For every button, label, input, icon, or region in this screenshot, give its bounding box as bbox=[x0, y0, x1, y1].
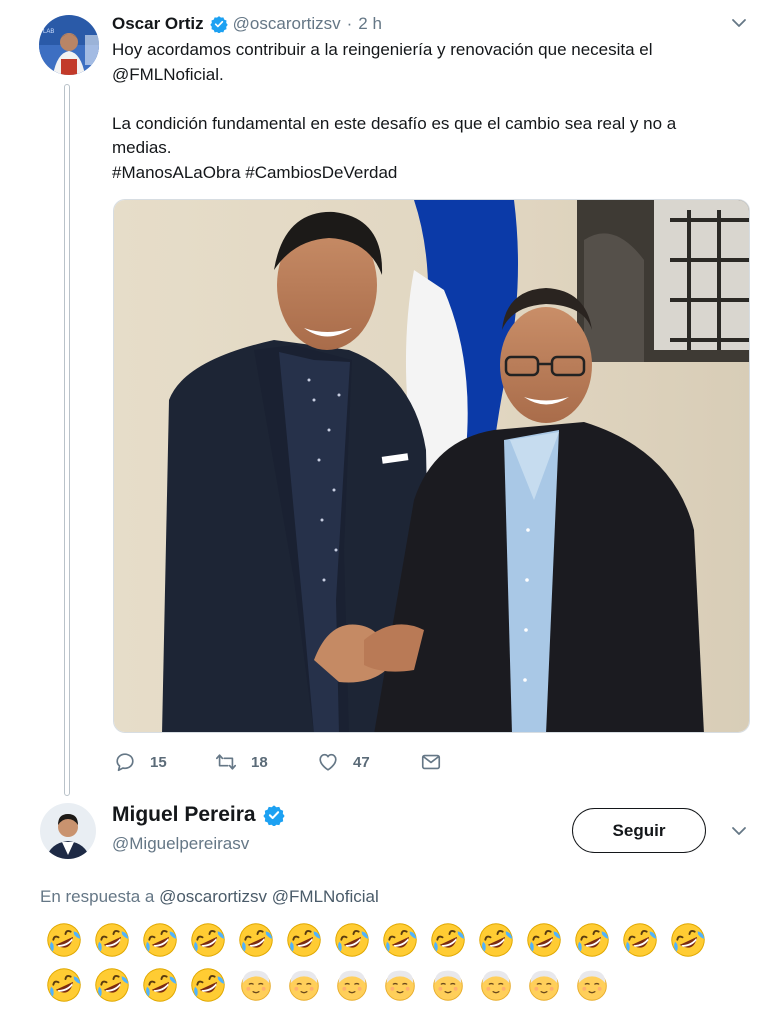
tweet-photo[interactable] bbox=[113, 199, 750, 733]
retweet-button[interactable]: 18 bbox=[215, 748, 268, 776]
mention-link[interactable]: @FMLNoficial. bbox=[112, 63, 752, 88]
older-man-emoji-icon bbox=[232, 963, 280, 1007]
reply-icon bbox=[116, 753, 134, 772]
reply-button[interactable]: 15 bbox=[114, 748, 167, 776]
verified-badge-icon bbox=[209, 16, 228, 33]
chevron-down-icon[interactable] bbox=[731, 17, 747, 29]
rofl-emoji-icon bbox=[520, 918, 568, 962]
tweet-author-handle[interactable]: @oscarortizsv bbox=[233, 14, 341, 34]
rofl-emoji-icon bbox=[40, 963, 88, 1007]
rofl-emoji-icon bbox=[280, 918, 328, 962]
emoji-row bbox=[40, 963, 616, 1007]
older-man-emoji-icon bbox=[472, 963, 520, 1007]
follow-button[interactable]: Seguir bbox=[572, 808, 706, 853]
tweet-timestamp[interactable]: 2 h bbox=[358, 14, 382, 34]
verified-badge-icon bbox=[262, 805, 285, 826]
reply-author-name-row: Miguel Pereira bbox=[112, 803, 290, 827]
rofl-emoji-icon bbox=[88, 918, 136, 962]
in-reply-to-mentions[interactable]: @oscarortizsv @FMLNoficial bbox=[159, 887, 379, 906]
older-man-emoji-icon bbox=[520, 963, 568, 1007]
tweet-text-line: medias. bbox=[112, 138, 172, 157]
reply-author-handle[interactable]: @Miguelpereirasv bbox=[112, 834, 249, 854]
rofl-emoji-icon bbox=[376, 918, 424, 962]
rofl-emoji-icon bbox=[328, 918, 376, 962]
rofl-emoji-icon bbox=[40, 918, 88, 962]
tweet-author-name[interactable]: Oscar Ortiz bbox=[112, 14, 204, 34]
time-separator: · bbox=[346, 14, 353, 33]
in-reply-to-prefix: En respuesta a bbox=[40, 887, 155, 906]
direct-message-button[interactable] bbox=[420, 748, 442, 776]
hashtags[interactable]: #ManosALaObra #CambiosDeVerdad bbox=[112, 161, 752, 186]
older-man-emoji-icon bbox=[328, 963, 376, 1007]
retweet-icon bbox=[216, 754, 236, 770]
rofl-emoji-icon bbox=[88, 963, 136, 1007]
rofl-emoji-icon bbox=[232, 918, 280, 962]
envelope-icon bbox=[421, 754, 441, 770]
rofl-emoji-icon bbox=[184, 963, 232, 1007]
thread-connector-line bbox=[64, 84, 70, 796]
tweet-header: Oscar Ortiz @oscarortizsv · 2 h bbox=[112, 13, 382, 35]
rofl-emoji-icon bbox=[184, 918, 232, 962]
chevron-down-icon[interactable] bbox=[731, 825, 747, 837]
rofl-emoji-icon bbox=[424, 918, 472, 962]
rofl-emoji-icon bbox=[664, 918, 712, 962]
tweet-text-line: Hoy acordamos contribuir a la reingenier… bbox=[112, 40, 653, 59]
like-button[interactable]: 47 bbox=[317, 748, 370, 776]
in-reply-to: En respuesta a @oscarortizsv @FMLNoficia… bbox=[40, 887, 379, 907]
rofl-emoji-icon bbox=[616, 918, 664, 962]
reply-author-name[interactable]: Miguel Pereira bbox=[112, 803, 256, 827]
like-count: 47 bbox=[353, 753, 370, 771]
tweet-text-line: La condición fundamental en este desafío… bbox=[112, 113, 677, 133]
rofl-emoji-icon bbox=[136, 918, 184, 962]
older-man-emoji-icon bbox=[568, 963, 616, 1007]
miguel-pereira-avatar[interactable] bbox=[40, 803, 96, 859]
older-man-emoji-icon bbox=[376, 963, 424, 1007]
oscar-ortiz-avatar[interactable]: LAB bbox=[39, 15, 99, 75]
svg-text:LAB: LAB bbox=[43, 29, 54, 35]
reply-count: 15 bbox=[150, 753, 167, 771]
rofl-emoji-icon bbox=[568, 918, 616, 962]
tweet-text: Hoy acordamos contribuir a la reingenier… bbox=[112, 38, 752, 185]
older-man-emoji-icon bbox=[280, 963, 328, 1007]
rofl-emoji-icon bbox=[136, 963, 184, 1007]
emoji-row bbox=[40, 918, 712, 962]
heart-icon bbox=[319, 753, 337, 771]
retweet-count: 18 bbox=[251, 753, 268, 771]
older-man-emoji-icon bbox=[424, 963, 472, 1007]
rofl-emoji-icon bbox=[472, 918, 520, 962]
